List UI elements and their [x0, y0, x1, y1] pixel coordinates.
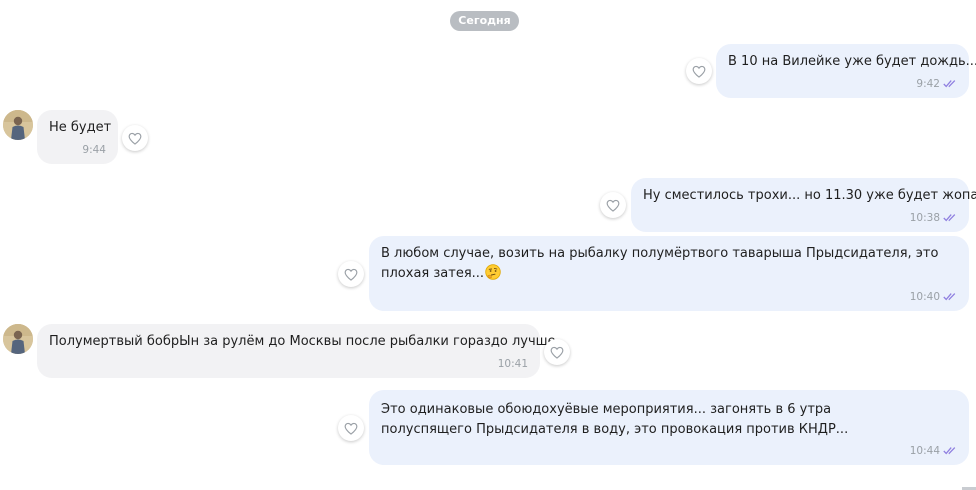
message-time: 10:38 [909, 211, 940, 224]
message-meta: 10:41 [498, 357, 528, 370]
message-bubble-incoming[interactable]: Не будет 9:44 [37, 110, 118, 164]
message-time: 9:42 [916, 77, 940, 90]
message-bubble-outgoing[interactable]: Ну сместилось трохи... но 11.30 уже буде… [631, 178, 976, 232]
message-meta: 10:44 [910, 444, 957, 457]
like-heart-icon[interactable] [600, 192, 626, 218]
message-time: 10:41 [497, 357, 528, 370]
message-meta: 10:38 [910, 211, 957, 224]
read-ticks-icon [943, 79, 957, 88]
avatar[interactable] [3, 324, 33, 354]
message-meta: 10:40 [910, 290, 957, 303]
like-heart-icon[interactable] [686, 58, 712, 84]
message-bubble-incoming[interactable]: Полумертвый бобрЫн за рулём до Москвы по… [37, 324, 556, 378]
avatar[interactable] [3, 110, 33, 140]
message-text: Это одинаковые обоюдохуёвые мероприятия.… [381, 402, 849, 437]
message-text: Ну сместилось трохи... но 11.30 уже буде… [643, 188, 976, 203]
message-bubble-outgoing[interactable]: В любом случае, возить на рыбалку полумё… [369, 236, 969, 311]
thinking-face-icon [485, 264, 501, 280]
like-heart-icon[interactable] [338, 415, 364, 441]
message-meta: 9:42 [916, 77, 957, 90]
message-bubble-outgoing[interactable]: Это одинаковые обоюдохуёвые мероприятия.… [369, 390, 969, 465]
message-time: 9:44 [82, 143, 106, 156]
like-heart-icon[interactable] [122, 125, 148, 151]
message-text: Не будет [49, 120, 112, 135]
message-time: 10:44 [909, 444, 940, 457]
message-meta: 9:44 [82, 143, 106, 156]
message-text-container: В любом случае, возить на рыбалку полумё… [381, 244, 949, 284]
like-heart-icon[interactable] [544, 339, 570, 365]
message-bubble-outgoing[interactable]: В 10 на Вилейке уже будет дождь... 9:42 [716, 44, 976, 98]
read-ticks-icon [943, 213, 957, 222]
message-time: 10:40 [909, 290, 940, 303]
message-text: Полумертвый бобрЫн за рулём до Москвы по… [49, 334, 556, 349]
like-heart-icon[interactable] [338, 261, 364, 287]
read-ticks-icon [943, 292, 957, 301]
message-text: В любом случае, возить на рыбалку полумё… [381, 246, 939, 281]
read-ticks-icon [943, 446, 957, 455]
message-text: В 10 на Вилейке уже будет дождь... [728, 54, 976, 69]
date-divider: Сегодня [450, 11, 519, 31]
